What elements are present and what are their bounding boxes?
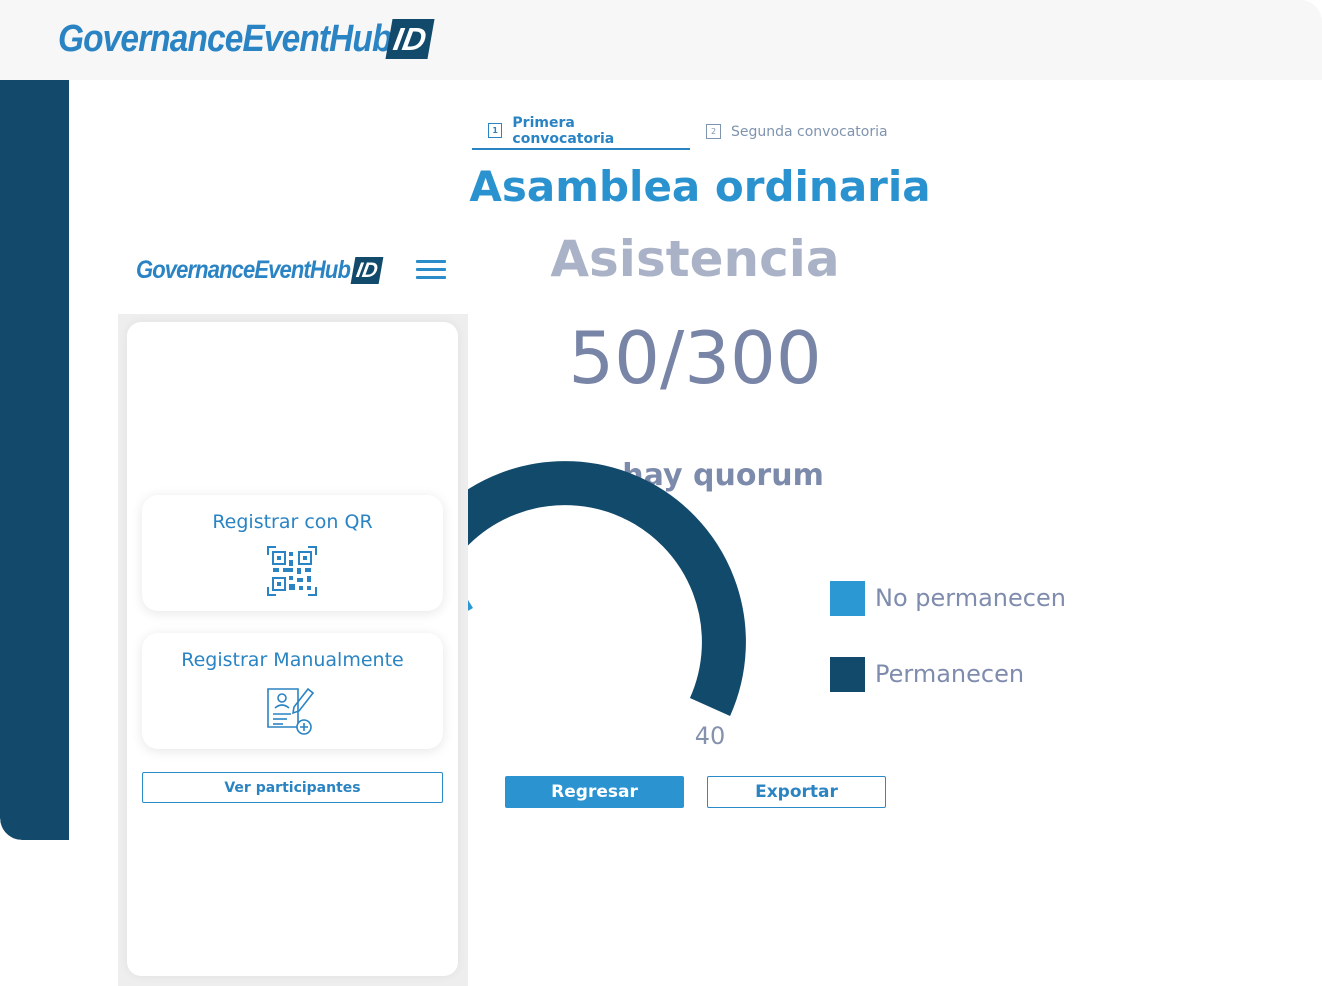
card-title: Registrar Manualmente: [181, 649, 404, 671]
logo-text: GovernanceEventHub: [136, 255, 351, 284]
stage: GovernanceEventHub ID 1 Primera convocat…: [0, 0, 1322, 986]
mobile-body: Registrar con QR Registrar Manualmente V…: [127, 322, 458, 976]
qr-code-icon: [267, 546, 317, 596]
legend-swatch: [830, 656, 865, 692]
back-button[interactable]: Regresar: [505, 776, 684, 808]
mobile-header: GovernanceEventHub ID: [118, 228, 468, 314]
legend-swatch: [830, 580, 865, 616]
legend-item-no-permanecen: No permanecen: [830, 580, 1066, 616]
view-participants-button[interactable]: Ver participantes: [142, 772, 443, 803]
legend-label: Permanecen: [875, 660, 1025, 688]
hamburger-icon[interactable]: [416, 260, 446, 282]
register-qr-card[interactable]: Registrar con QR: [142, 495, 443, 611]
gauge-value-label: 40: [694, 722, 726, 750]
manual-form-icon: [267, 687, 315, 735]
export-button[interactable]: Exportar: [707, 776, 886, 808]
logo-badge: ID: [350, 256, 384, 284]
legend-item-permanecen: Permanecen: [830, 656, 1066, 692]
legend-label: No permanecen: [875, 584, 1066, 612]
register-manual-card[interactable]: Registrar Manualmente: [142, 633, 443, 749]
mobile-app-logo: GovernanceEventHub ID: [136, 254, 384, 286]
mobile-frame: GovernanceEventHub ID Registrar con QR R…: [118, 228, 468, 986]
chart-legend: No permanecen Permanecen: [830, 580, 1066, 732]
card-title: Registrar con QR: [212, 511, 373, 533]
